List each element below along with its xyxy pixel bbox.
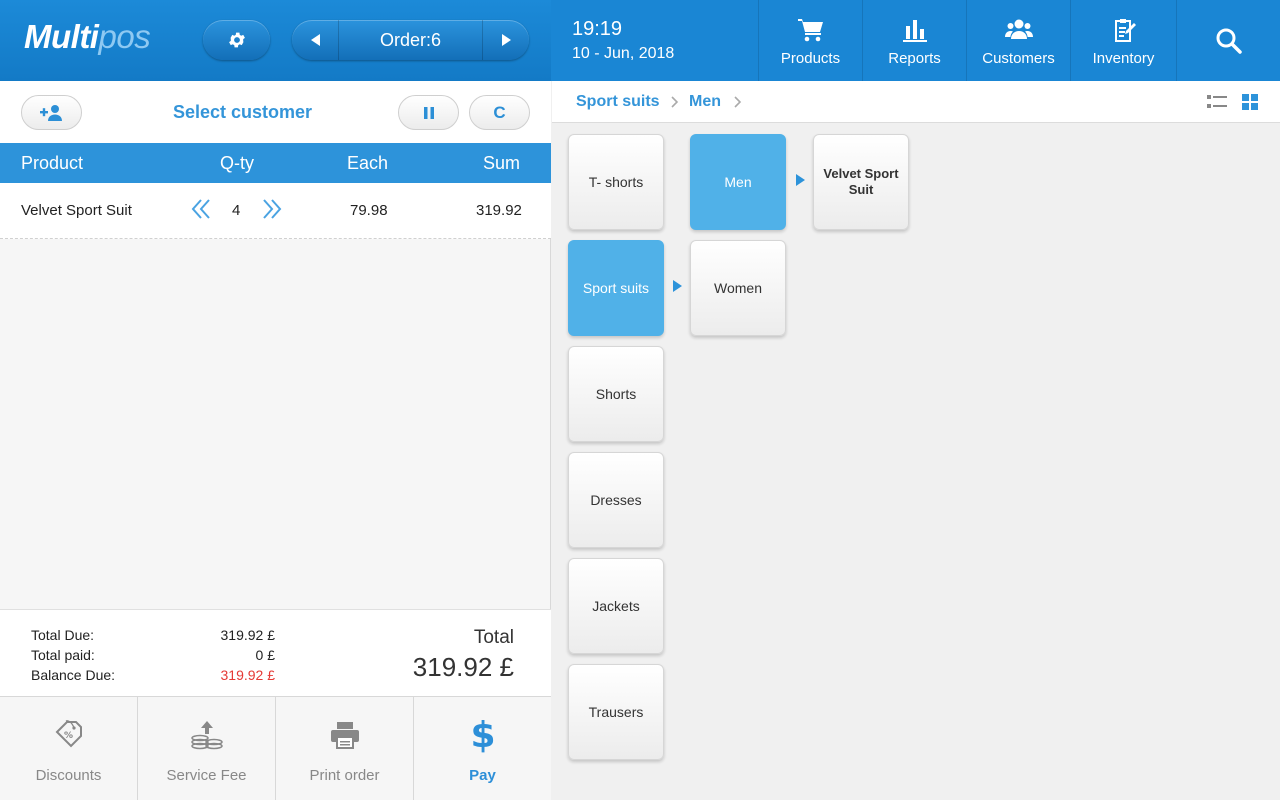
- print-order-button[interactable]: Print order: [276, 697, 414, 800]
- order-panel: Select customer C Product Q-ty Each Sum …: [0, 81, 551, 800]
- total-due-value: 319.92 £: [220, 627, 276, 643]
- order-navigator: Order:6: [292, 20, 529, 60]
- gear-icon: [228, 32, 245, 48]
- svg-text:$: $: [471, 717, 495, 753]
- print-order-label: Print order: [309, 767, 380, 784]
- category-tile[interactable]: T- shorts: [568, 134, 664, 230]
- row-product-name: Velvet Sport Suit: [21, 202, 132, 219]
- total-value: 319.92 £: [412, 652, 514, 682]
- select-customer-link[interactable]: Select customer: [173, 102, 312, 123]
- nav-reports-button[interactable]: Reports: [862, 0, 966, 81]
- top-left-bar: Multipos Order:6: [0, 0, 551, 81]
- grid-view-icon[interactable]: [1242, 94, 1260, 110]
- chevron-right-icon: [734, 96, 742, 108]
- top-bar: Multipos Order:6 19:19 10 - Jun, 2018 Pr…: [0, 0, 1280, 81]
- pause-icon: [423, 106, 434, 119]
- category-tile[interactable]: Trausers: [568, 664, 664, 760]
- discount-tag-icon: %: [55, 720, 82, 748]
- service-fee-button[interactable]: Service Fee: [138, 697, 276, 800]
- svg-text:%: %: [64, 731, 73, 741]
- breadcrumb-item-sport-suits[interactable]: Sport suits: [576, 93, 660, 111]
- total-due-label: Total Due:: [31, 627, 95, 643]
- current-date: 10 - Jun, 2018: [572, 45, 675, 62]
- coins-icon: [190, 721, 223, 750]
- add-customer-button[interactable]: [21, 95, 82, 130]
- product-tile[interactable]: Velvet Sport Suit: [813, 134, 909, 230]
- nav-reports-label: Reports: [888, 50, 941, 67]
- selected-arrow-icon: [673, 280, 682, 292]
- cart-icon: [797, 19, 823, 42]
- increase-quantity-button[interactable]: [262, 197, 282, 221]
- total-paid-label: Total paid:: [31, 647, 95, 663]
- nav-products-label: Products: [780, 50, 841, 67]
- discounts-label: Discounts: [35, 767, 102, 784]
- settings-button[interactable]: [203, 20, 270, 60]
- breadcrumb-item-men[interactable]: Men: [689, 93, 721, 111]
- pay-label: Pay: [469, 767, 496, 784]
- nav-products-button[interactable]: Products: [758, 0, 862, 81]
- total-paid-value: 0 £: [255, 647, 275, 663]
- nav-customers-label: Customers: [982, 50, 1055, 67]
- search-button[interactable]: [1176, 0, 1280, 81]
- dollar-icon: $: [471, 717, 495, 753]
- decrease-quantity-button[interactable]: [191, 197, 211, 221]
- row-each-price: 79.98: [350, 202, 388, 219]
- subcategory-tile[interactable]: Women: [690, 240, 786, 336]
- order-number-label[interactable]: Order:6: [338, 20, 483, 60]
- list-view-icon[interactable]: [1207, 94, 1227, 110]
- discounts-button[interactable]: % Discounts: [0, 697, 138, 800]
- column-each: Each: [347, 153, 389, 173]
- hold-order-button[interactable]: [398, 95, 459, 130]
- order-totals: Total Due: 319.92 £ Total paid: 0 £ Bala…: [0, 609, 551, 696]
- balance-due-value: 319.92 £: [220, 667, 276, 683]
- current-time: 19:19: [572, 18, 623, 40]
- selected-arrow-icon: [796, 174, 805, 186]
- nav-inventory-label: Inventory: [1092, 50, 1155, 67]
- column-qty: Q-ty: [220, 153, 254, 173]
- category-tile[interactable]: Jackets: [568, 558, 664, 654]
- clock: 19:19 10 - Jun, 2018: [572, 18, 674, 63]
- search-icon: [1216, 28, 1242, 54]
- row-quantity[interactable]: 4: [232, 202, 240, 219]
- breadcrumb: Sport suits Men: [552, 81, 1280, 123]
- nav-inventory-button[interactable]: Inventory: [1070, 0, 1176, 81]
- category-tile[interactable]: Sport suits: [568, 240, 664, 336]
- order-actions: % Discounts Service Fee Print order $ Pa…: [0, 696, 551, 800]
- category-tile[interactable]: Dresses: [568, 452, 664, 548]
- pay-button[interactable]: $ Pay: [414, 697, 551, 800]
- users-icon: [1004, 19, 1033, 39]
- customer-bar: Select customer C: [0, 81, 551, 143]
- app-logo: Multipos: [24, 18, 151, 55]
- clear-order-button[interactable]: C: [469, 95, 530, 130]
- bar-chart-icon: [902, 20, 927, 42]
- column-sum: Sum: [483, 153, 521, 173]
- row-sum: 319.92: [476, 202, 522, 219]
- service-fee-label: Service Fee: [166, 767, 247, 784]
- order-row[interactable]: Velvet Sport Suit 4 79.98 319.92: [0, 183, 551, 239]
- category-tile[interactable]: Shorts: [568, 346, 664, 442]
- subcategory-tile[interactable]: Men: [690, 134, 786, 230]
- clipboard-edit-icon: [1114, 19, 1136, 42]
- add-user-icon: [39, 104, 62, 121]
- chevron-right-icon: [671, 96, 679, 108]
- total-label: Total: [473, 627, 514, 648]
- printer-icon: [330, 722, 359, 749]
- next-order-button[interactable]: [483, 20, 529, 60]
- balance-due-label: Balance Due:: [31, 667, 116, 683]
- arrow-left-icon: [310, 34, 320, 46]
- column-product: Product: [21, 153, 84, 173]
- nav-customers-button[interactable]: Customers: [966, 0, 1070, 81]
- arrow-right-icon: [501, 34, 511, 46]
- order-table-header: Product Q-ty Each Sum: [0, 143, 551, 183]
- previous-order-button[interactable]: [292, 20, 338, 60]
